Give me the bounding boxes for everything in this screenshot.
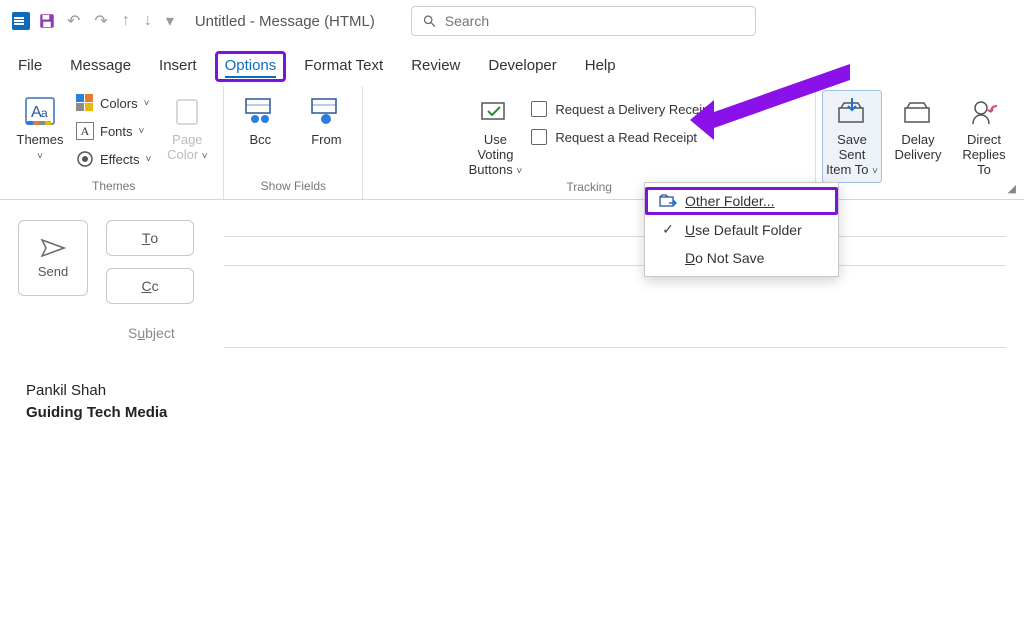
from-button[interactable]: From bbox=[296, 90, 356, 153]
outlook-app-icon bbox=[12, 12, 30, 30]
search-input[interactable] bbox=[445, 13, 745, 29]
tab-format-text[interactable]: Format Text bbox=[294, 51, 393, 82]
next-item-icon[interactable]: ↓ bbox=[141, 12, 155, 30]
send-button[interactable]: Send bbox=[18, 220, 88, 296]
tab-message[interactable]: Message bbox=[60, 51, 141, 82]
group-label-show-fields: Show Fields bbox=[261, 176, 326, 196]
folder-arrow-icon bbox=[659, 193, 677, 209]
menu-use-default-label: Use Default Folder bbox=[685, 222, 802, 238]
themes-button[interactable]: Aa Themes ˅ bbox=[10, 90, 70, 168]
to-button[interactable]: To bbox=[106, 220, 194, 256]
tab-help[interactable]: Help bbox=[575, 51, 626, 82]
signature-company: Guiding Tech Media bbox=[26, 402, 998, 424]
fonts-icon: A bbox=[76, 122, 94, 140]
direct-replies-icon bbox=[967, 95, 1001, 129]
use-voting-buttons[interactable]: Use Voting Buttons ˅ bbox=[465, 90, 525, 183]
tab-file[interactable]: File bbox=[8, 51, 52, 82]
bottom-mask bbox=[0, 603, 1024, 638]
bcc-icon bbox=[243, 95, 277, 129]
cc-field[interactable] bbox=[224, 249, 1006, 266]
effects-icon bbox=[76, 150, 94, 168]
menu-do-not-save[interactable]: Do Not Save bbox=[645, 244, 838, 272]
tab-options[interactable]: Options bbox=[215, 51, 287, 82]
search-icon bbox=[422, 13, 437, 29]
menu-other-folder[interactable]: Other Folder... bbox=[645, 187, 838, 215]
page-color-button[interactable]: Page Color ˅ bbox=[157, 90, 217, 168]
search-box[interactable] bbox=[411, 6, 756, 36]
voting-icon bbox=[478, 95, 512, 129]
window-title: Untitled - Message (HTML) bbox=[195, 13, 375, 30]
check-icon: ✓ bbox=[659, 221, 677, 238]
group-more-options: Save Sent Item To ˅ Delay Delivery Direc… bbox=[816, 86, 1020, 199]
menu-do-not-save-label: Do Not Save bbox=[685, 250, 764, 266]
group-label-more bbox=[916, 178, 919, 196]
title-bar: ↶ ↷ ↑ ↓ ▾ Untitled - Message (HTML) bbox=[0, 0, 1024, 42]
previous-item-icon[interactable]: ↑ bbox=[119, 12, 133, 30]
send-icon bbox=[40, 238, 66, 258]
delivery-receipt-checkbox[interactable]: Request a Delivery Receipt bbox=[531, 96, 713, 122]
delay-delivery-icon bbox=[901, 95, 935, 129]
bcc-button[interactable]: Bcc bbox=[230, 90, 290, 153]
undo-icon[interactable]: ↶ bbox=[64, 11, 83, 31]
save-sent-icon bbox=[835, 95, 869, 129]
page-color-icon bbox=[170, 95, 204, 129]
tab-review[interactable]: Review bbox=[401, 51, 470, 82]
colors-button[interactable]: Colors˅ bbox=[76, 90, 151, 116]
message-body[interactable]: Pankil Shah Guiding Tech Media bbox=[18, 366, 1006, 438]
more-options-dialog-launcher-icon[interactable]: ◢ bbox=[1008, 182, 1016, 195]
cc-button[interactable]: Cc bbox=[106, 268, 194, 304]
save-sent-dropdown: Other Folder... ✓ Use Default Folder Do … bbox=[644, 182, 839, 277]
subject-label: Subject bbox=[128, 325, 206, 341]
group-label-tracking: Tracking bbox=[566, 178, 612, 196]
ribbon-tabs: File Message Insert Options Format Text … bbox=[0, 42, 1024, 82]
subject-field[interactable] bbox=[224, 318, 1006, 348]
redo-icon[interactable]: ↷ bbox=[91, 11, 110, 31]
save-sent-item-to-button[interactable]: Save Sent Item To ˅ bbox=[822, 90, 882, 183]
direct-replies-to-button[interactable]: Direct Replies To bbox=[954, 90, 1014, 183]
tab-insert[interactable]: Insert bbox=[149, 51, 207, 82]
colors-icon bbox=[76, 94, 94, 112]
tab-developer[interactable]: Developer bbox=[478, 51, 566, 82]
signature-name: Pankil Shah bbox=[26, 380, 998, 402]
save-icon[interactable] bbox=[38, 12, 56, 30]
svg-text:a: a bbox=[41, 106, 48, 120]
group-label-themes: Themes bbox=[92, 176, 135, 196]
ribbon: Aa Themes ˅ Colors˅ A Fonts˅ Effects˅ bbox=[0, 82, 1024, 200]
group-show-fields: Bcc From Show Fields bbox=[224, 86, 363, 199]
group-themes: Aa Themes ˅ Colors˅ A Fonts˅ Effects˅ bbox=[4, 86, 224, 199]
themes-icon: Aa bbox=[23, 95, 57, 129]
menu-other-folder-label: Other Folder... bbox=[685, 193, 774, 209]
fonts-button[interactable]: A Fonts˅ bbox=[76, 118, 151, 144]
effects-button[interactable]: Effects˅ bbox=[76, 146, 151, 172]
qat-customize-icon[interactable]: ▾ bbox=[163, 11, 177, 31]
menu-use-default-folder[interactable]: ✓ Use Default Folder bbox=[645, 215, 838, 244]
compose-area: Send To Cc Subject Pankil Shah Guiding T… bbox=[0, 200, 1024, 438]
delay-delivery-button[interactable]: Delay Delivery bbox=[888, 90, 948, 168]
from-icon bbox=[309, 95, 343, 129]
read-receipt-checkbox[interactable]: Request a Read Receipt bbox=[531, 124, 713, 150]
to-field[interactable] bbox=[224, 220, 1006, 237]
